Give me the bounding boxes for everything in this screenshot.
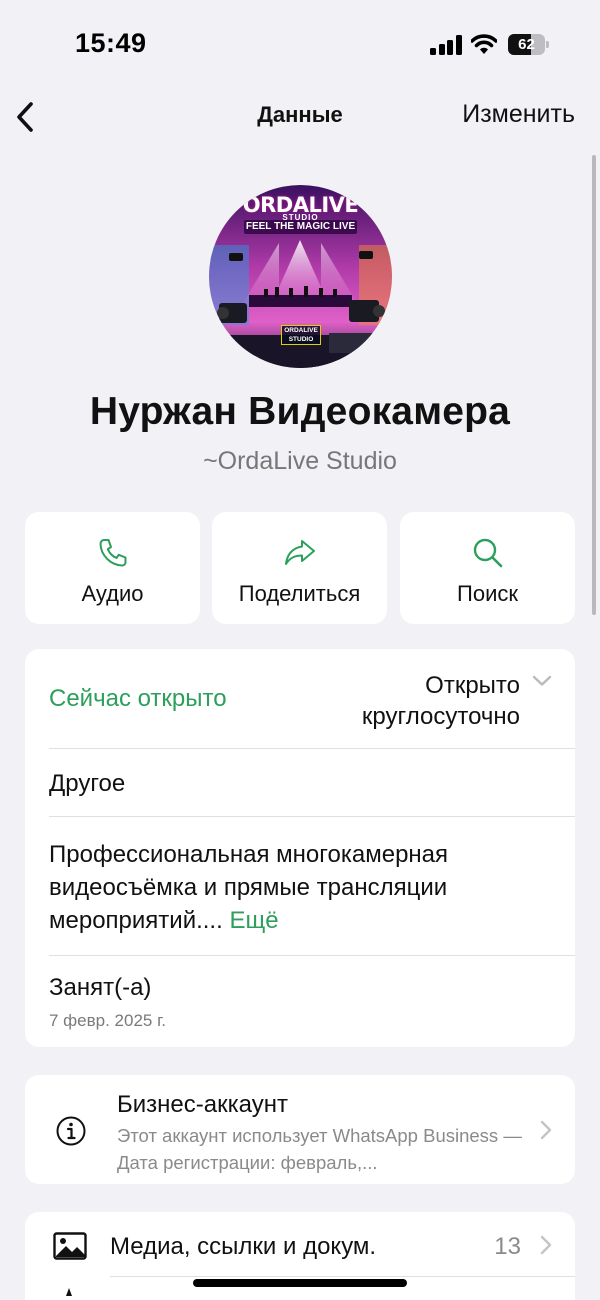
battery-level: 62	[518, 36, 535, 53]
chevron-down-icon[interactable]	[531, 673, 553, 689]
media-count: 13	[494, 1233, 521, 1260]
navigation-bar: Данные Изменить	[0, 90, 600, 144]
home-indicator[interactable]	[193, 1279, 407, 1287]
business-hours-row[interactable]: Сейчас открыто Открыто круглосуточно	[25, 649, 575, 748]
about-status: Занят(-а)	[49, 974, 152, 1001]
media-label: Медиа, ссылки и докум.	[110, 1233, 377, 1260]
search-button[interactable]: Поиск	[400, 512, 575, 624]
starred-icon	[66, 1288, 72, 1296]
contact-subtitle: ~OrdaLive Studio	[203, 447, 397, 475]
divider	[49, 955, 575, 956]
photo-icon	[53, 1232, 87, 1260]
divider	[49, 748, 575, 749]
avatar-tagline: FEEL THE MAGIC LIVE	[244, 220, 357, 234]
more-link[interactable]: Ещё	[229, 907, 278, 934]
wifi-icon	[471, 34, 497, 54]
info-icon	[56, 1116, 86, 1146]
battery-icon: 62	[508, 34, 549, 55]
contact-name: Нуржан Видеокамера	[89, 390, 511, 433]
divider	[110, 1276, 575, 1277]
phone-icon	[99, 539, 126, 567]
status-bar: 15:49 62	[0, 0, 600, 90]
business-hours: Открыто круглосуточно	[362, 670, 520, 732]
audio-call-button[interactable]: Аудио	[25, 512, 200, 624]
cellular-signal-icon	[430, 35, 462, 55]
share-label: Поделиться	[238, 581, 361, 606]
search-icon	[473, 538, 502, 568]
chevron-right-icon	[540, 1120, 552, 1140]
hours-line1: Открыто	[425, 672, 520, 699]
share-button[interactable]: Поделиться	[212, 512, 387, 624]
status-time: 15:49	[75, 28, 147, 58]
open-status: Сейчас открыто	[49, 685, 227, 712]
about-status-date: 7 февр. 2025 г.	[49, 1011, 166, 1030]
media-links-docs-row[interactable]: Медиа, ссылки и докум. 13	[25, 1212, 575, 1276]
avatar-badge: ORDALIVE STUDIO	[281, 325, 321, 345]
scroll-indicator	[592, 155, 596, 615]
edit-button[interactable]: Изменить	[462, 100, 575, 129]
avatar-badge-line1: ORDALIVE	[284, 327, 318, 334]
chevron-right-icon	[540, 1235, 552, 1255]
business-description: Профессиональная многокамерная видеосъём…	[49, 838, 549, 937]
business-category: Другое	[49, 770, 126, 797]
hours-line2: круглосуточно	[361, 703, 520, 730]
avatar[interactable]: ORDALIVE STUDIO FEEL THE MAGIC LIVE ORDA…	[209, 185, 392, 368]
business-account-description: Этот аккаунт использует WhatsApp Busines…	[117, 1125, 522, 1173]
audio-call-label: Аудио	[81, 581, 144, 606]
business-account-row[interactable]: Бизнес-аккаунт Этот аккаунт использует W…	[25, 1075, 575, 1184]
business-account-title: Бизнес-аккаунт	[117, 1091, 288, 1118]
avatar-badge-line2: STUDIO	[288, 335, 314, 343]
divider	[49, 816, 575, 817]
business-info-card: Сейчас открыто Открыто круглосуточно Дру…	[25, 649, 575, 1047]
search-label: Поиск	[457, 581, 518, 606]
share-icon	[284, 540, 315, 565]
